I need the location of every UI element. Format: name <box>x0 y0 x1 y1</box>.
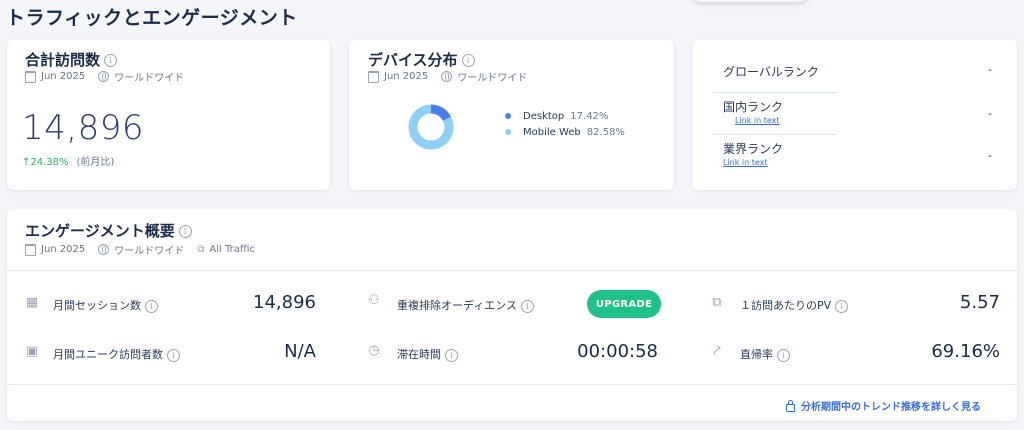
visits-change-value: ↑24.38% <box>22 157 69 168</box>
engagement-traffic: All Traffic <box>209 244 256 255</box>
top-shadow <box>690 0 810 2</box>
industry-rank-label: 業界ランク <box>723 142 784 156</box>
pv-per-visit-value: 5.57 <box>959 292 1000 313</box>
trend-icon: ⤤ <box>713 344 721 359</box>
stopwatch-icon: ◷ <box>368 343 380 358</box>
engagement-region: ワールドワイド <box>114 246 185 257</box>
monthly-unique-value: N/A <box>284 341 316 362</box>
global-rank-label: グローバルランク <box>723 65 819 79</box>
global-rank-value: - <box>988 63 992 76</box>
person-badge-icon: ▣ <box>25 344 39 359</box>
info-icon[interactable]: i <box>167 348 180 362</box>
users-icon: ⚇ <box>368 293 380 308</box>
calendar-icon <box>25 243 36 256</box>
monthly-sessions-value: 14,896 <box>253 292 316 313</box>
devices-region: ワールドワイド <box>457 73 528 84</box>
dedup-audience-label: 重複排除オーディエンス i <box>397 297 535 313</box>
legend-mobile-percent: 82.58% <box>586 127 625 138</box>
industry-rank-link[interactable]: Link in text <box>723 158 768 167</box>
legend-mobile-label: Mobile Web <box>523 127 581 138</box>
monthly-unique-label: 月間ユニーク訪問者数 i <box>53 346 180 362</box>
calendar-icon <box>368 70 379 83</box>
industry-rank-value: - <box>988 149 992 162</box>
country-rank-link[interactable]: Link in text <box>735 116 780 125</box>
visits-region: ワールドワイド <box>114 73 185 84</box>
country-rank-value: - <box>988 107 992 120</box>
upgrade-button[interactable]: UPGRADE <box>587 290 661 318</box>
legend-desktop-label: Desktop <box>523 111 565 122</box>
visits-change-note: (前月比) <box>76 157 115 168</box>
info-icon[interactable]: i <box>145 299 158 313</box>
engagement-meta: Jun 2025 ワールドワイド ⧉ All Traffic <box>25 242 255 257</box>
country-rank-label: 国内ランク <box>723 100 784 114</box>
engagement-period: Jun 2025 <box>41 244 86 255</box>
info-icon[interactable]: i <box>777 348 790 362</box>
pv-per-visit-label: １訪問あたりのPV i <box>740 297 849 313</box>
duration-value: 00:00:58 <box>577 341 658 362</box>
info-icon[interactable]: i <box>461 54 475 67</box>
divider <box>712 92 837 93</box>
devices-meta: Jun 2025 ワールドワイド <box>368 69 527 84</box>
devices-period: Jun 2025 <box>384 71 429 82</box>
engagement-title: エンゲージメント概要 i <box>25 220 192 241</box>
divider <box>712 134 837 135</box>
duration-label: 滞在時間 i <box>397 346 458 362</box>
globe-icon <box>441 71 453 82</box>
monthly-sessions-label: 月間セッション数 i <box>53 297 158 313</box>
info-icon[interactable]: i <box>445 348 458 362</box>
bounce-rate-value: 69.16% <box>931 341 1000 362</box>
total-visits-title: 合計訪問数 i <box>25 49 118 70</box>
visits-meta: Jun 2025 ワールドワイド <box>25 69 184 84</box>
legend-desktop: Desktop 17.42% <box>505 111 608 122</box>
device-distribution-title: デバイス分布 i <box>368 49 475 70</box>
visits-change: ↑24.38% (前月比) <box>22 153 114 168</box>
desktop-dot <box>505 113 511 119</box>
info-icon[interactable]: i <box>521 299 535 313</box>
divider <box>7 384 1017 385</box>
devices-icon: ⧉ <box>197 244 205 255</box>
calendar-icon: ▦ <box>25 295 39 310</box>
globe-icon <box>98 71 110 82</box>
legend-mobile: Mobile Web 82.58% <box>505 127 625 138</box>
info-icon[interactable]: i <box>104 54 118 67</box>
info-icon[interactable]: i <box>835 299 849 313</box>
mobile-dot <box>505 129 511 135</box>
visits-period: Jun 2025 <box>41 71 86 82</box>
page-title: トラフィックとエンゲージメント <box>6 7 298 29</box>
divider <box>7 270 1017 271</box>
device-donut-chart <box>408 104 454 150</box>
globe-icon <box>98 244 110 255</box>
lock-icon <box>786 400 795 412</box>
bounce-rate-label: 直帰率 i <box>740 346 790 362</box>
trend-details-link[interactable]: 分析期間中のトレンド推移を詳しく見る <box>786 398 981 413</box>
total-visits-value: 14,896 <box>22 108 144 148</box>
pages-icon: ⧉ <box>712 295 722 310</box>
info-icon[interactable]: i <box>178 225 192 238</box>
calendar-icon <box>25 70 36 83</box>
legend-desktop-percent: 17.42% <box>570 111 609 122</box>
